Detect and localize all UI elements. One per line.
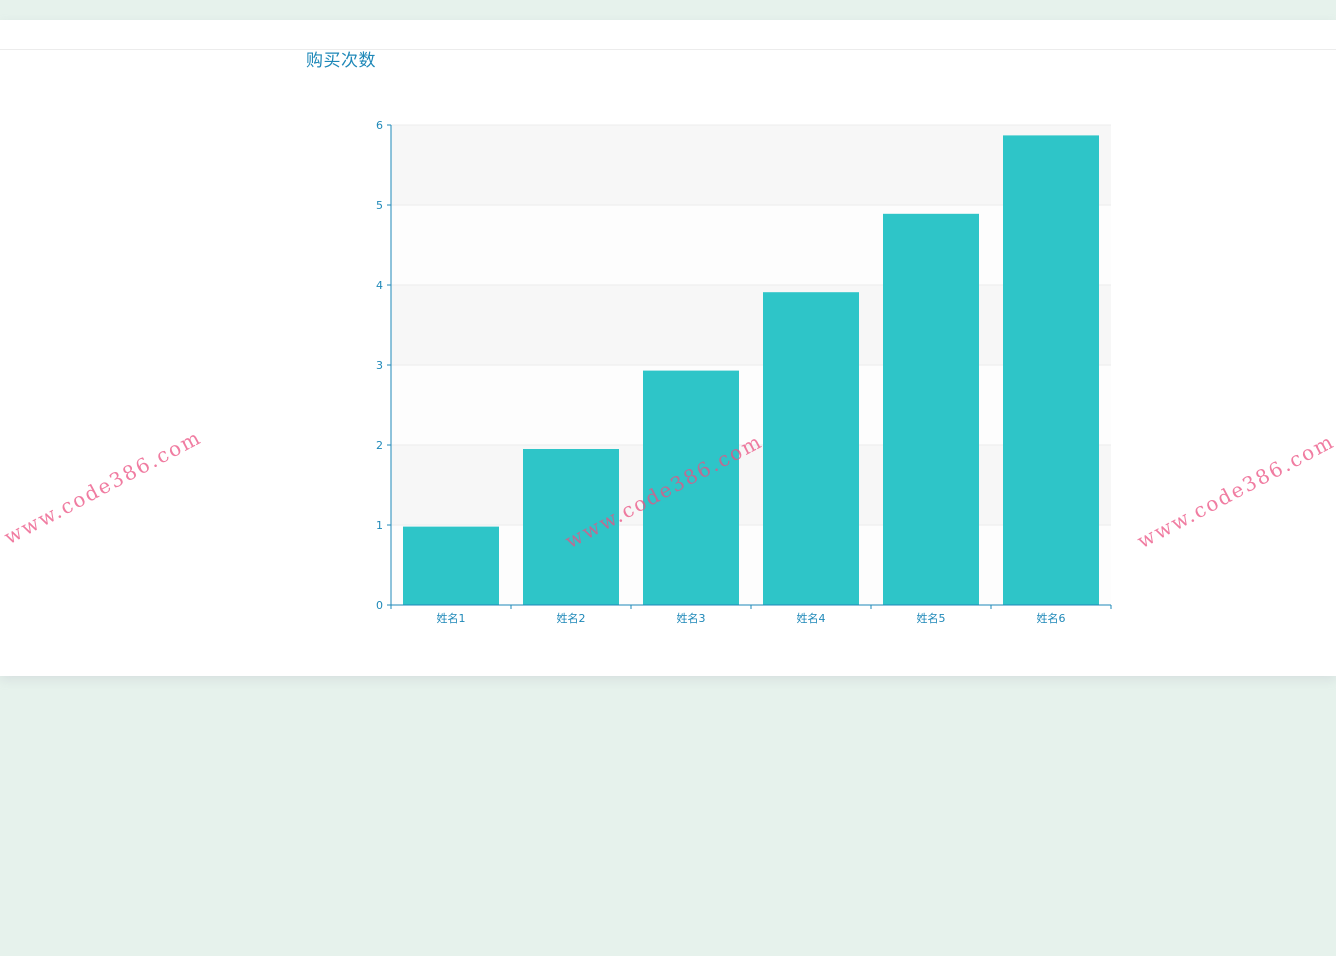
bar	[883, 213, 979, 606]
x-tick-label: 姓名5	[917, 611, 946, 625]
y-tick-label: 5	[376, 199, 383, 212]
x-tick-label: 姓名4	[797, 611, 826, 625]
y-tick-label: 1	[376, 519, 383, 532]
y-tick-label: 6	[376, 119, 383, 132]
x-tick-label: 姓名3	[677, 611, 706, 625]
y-tick-label: 3	[376, 359, 383, 372]
y-tick-label: 2	[376, 439, 383, 452]
x-tick-label: 姓名1	[437, 611, 466, 625]
bar	[1003, 135, 1099, 605]
bar	[403, 526, 499, 605]
y-tick-label: 0	[376, 599, 383, 612]
x-tick-label: 姓名2	[557, 611, 586, 625]
y-tick-label: 4	[376, 279, 383, 292]
x-tick-label: 姓名6	[1037, 611, 1066, 625]
bar	[763, 292, 859, 605]
